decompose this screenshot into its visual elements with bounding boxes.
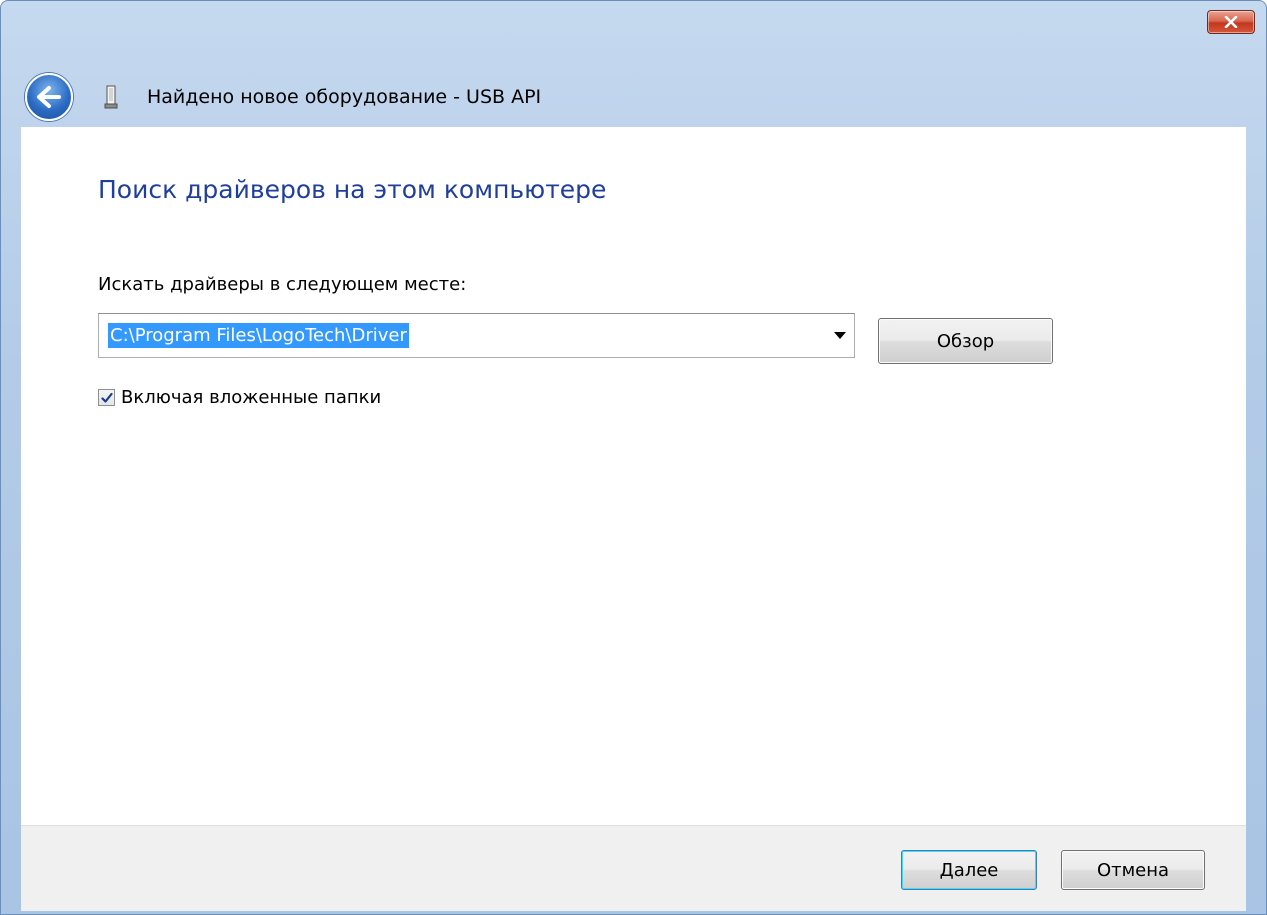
back-button[interactable] xyxy=(25,73,73,121)
cancel-button-label: Отмена xyxy=(1096,859,1170,881)
dialog-window: Найдено новое оборудование - USB API Пои… xyxy=(0,0,1267,915)
include-subfolders-row[interactable]: Включая вложенные папки xyxy=(98,387,381,408)
include-subfolders-label: Включая вложенные папки xyxy=(121,387,382,408)
path-combobox[interactable]: C:\Program Files\LogoTech\Driver xyxy=(98,313,855,358)
browse-button[interactable]: Обзор xyxy=(878,318,1053,364)
browse-button-label: Обзор xyxy=(936,330,995,352)
usb-device-icon xyxy=(104,85,118,109)
cancel-button[interactable]: Отмена xyxy=(1061,850,1205,890)
dropdown-arrow-icon[interactable] xyxy=(834,332,846,339)
title-bar: Найдено новое оборудование - USB API xyxy=(1,1,1266,127)
content-area: Поиск драйверов на этом компьютере Искат… xyxy=(21,127,1246,825)
next-button[interactable]: Далее xyxy=(901,850,1037,890)
next-button-label: Далее xyxy=(939,859,999,881)
path-input[interactable]: C:\Program Files\LogoTech\Driver xyxy=(108,323,409,348)
location-label: Искать драйверы в следующем месте: xyxy=(98,274,467,295)
close-icon xyxy=(1224,16,1238,28)
button-bar: Далее Отмена xyxy=(21,825,1246,911)
page-title: Поиск драйверов на этом компьютере xyxy=(98,175,607,204)
window-title: Найдено новое оборудование - USB API xyxy=(147,86,542,108)
back-arrow-icon xyxy=(37,86,61,108)
close-button[interactable] xyxy=(1207,10,1255,34)
include-subfolders-checkbox[interactable] xyxy=(98,389,115,406)
checkmark-icon xyxy=(100,392,113,403)
